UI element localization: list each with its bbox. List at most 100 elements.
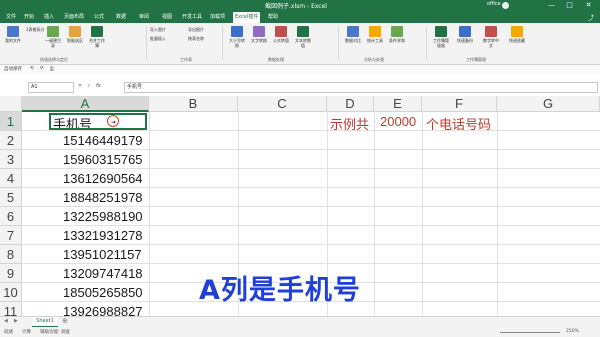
cell-phone[interactable]: 18505265850 [63,285,143,300]
row-header-9[interactable]: 9 [0,264,22,283]
insert-function-button[interactable]: fx [96,83,101,89]
close-button[interactable]: ✕ [582,0,595,11]
cell-phone[interactable]: 13321931278 [63,228,143,243]
case-convert-button[interactable]: 大小写转换 [228,26,246,48]
add-sheet-icon[interactable]: ⊕ [62,317,68,325]
num-to-chinese-button[interactable]: 数字转中文 [482,26,500,48]
cell-phone[interactable]: 18848251978 [63,190,143,205]
column-header-c[interactable]: C [238,96,327,112]
row-header-10[interactable]: 10 [0,283,22,302]
share-icon[interactable]: ⤴ [588,13,594,22]
cell-phone[interactable]: 15146449179 [63,133,143,148]
tab-home[interactable]: 开始 [24,13,34,20]
number-icon [297,26,309,37]
workbook-manager-button[interactable]: 工作簿管理器 [432,26,450,48]
list-icon [47,26,59,37]
row-header-8[interactable]: 8 [0,245,22,264]
status-bar: 就绪 计算 辅助功能: 调查 250% [0,327,600,337]
merge-workbook-button[interactable]: 合并工作簿 [88,26,106,48]
next-sheet-icon[interactable]: ▶ [14,318,18,324]
gridline [22,130,600,131]
column-header-b[interactable]: B [149,96,238,112]
avatar[interactable] [502,2,509,9]
select-icon [69,26,81,37]
row-header-3[interactable]: 3 [0,150,22,169]
row-header-2[interactable]: 2 [0,131,22,150]
cell-phone[interactable]: 15960315765 [63,152,143,167]
backup-icon [459,26,471,37]
tab-developer[interactable]: 开发工具 [182,13,202,20]
status-calc: 计算 [22,330,31,335]
undo-icon[interactable]: ⟲ [30,66,34,71]
group-separator [426,26,427,60]
tab-review[interactable]: 审阅 [139,13,149,20]
data-compare-button[interactable]: 数据对比 [344,26,362,43]
group-separator [338,26,339,60]
group-label-sheets: 工作表 [180,57,192,62]
formula-input[interactable]: 手机号 [124,82,598,93]
conditional-sum-button[interactable]: 条件求和 [388,26,406,43]
row-header-6[interactable]: 6 [0,207,22,226]
row-header-4[interactable]: 4 [0,169,22,188]
user-name[interactable]: office [487,1,501,7]
gridline [22,263,600,264]
column-header-e[interactable]: E [374,96,422,112]
ribbon-body: 我的文件 1表格拆分 一键建目录 智能选区 合并工作簿 快速选择与定位 导入图片… [0,23,600,65]
stats-tool-button[interactable]: 统计工具 [366,26,384,43]
gridline [22,168,600,169]
tab-data[interactable]: 数据 [116,13,126,20]
redo-icon[interactable]: ⟳ [40,66,44,71]
column-header-g[interactable]: G [497,96,600,112]
tab-help[interactable]: 帮助 [268,13,278,20]
maximize-button[interactable]: □ [563,0,576,11]
status-accessibility[interactable]: 辅助功能: 调查 [40,329,70,335]
row-header-1[interactable]: 1 [0,112,22,131]
quick-backup-button[interactable]: 快速备份 [456,26,474,43]
formula-to-value-button[interactable]: 公式转值 [272,26,290,43]
tab-file[interactable]: 文件 [6,13,16,20]
minimize-button[interactable]: — [545,0,558,11]
group-separator [146,26,147,60]
print-icon[interactable]: ⎙ [50,66,54,72]
zoom-level[interactable]: 250% [566,329,579,334]
tab-view[interactable]: 视图 [162,13,172,20]
tab-layout[interactable]: 页面布局 [64,13,84,20]
quick-favorite-button[interactable]: 快速收藏 [508,26,526,43]
column-header-f[interactable]: F [422,96,497,112]
cancel-icon[interactable]: ✕ [78,83,82,89]
smart-select-button[interactable]: 智能选区 [66,26,84,43]
import-images-button[interactable]: 导入图片 [150,27,166,33]
tab-addins[interactable]: 加载项 [210,13,225,20]
cell-phone[interactable]: 13209747418 [63,266,143,281]
zoom-slider[interactable] [500,332,560,333]
split-table-button[interactable]: 1表格拆分 [26,27,45,33]
cell-f1[interactable]: 个电话号码 [426,114,491,133]
tab-formulas[interactable]: 公式 [94,13,104,20]
cell-phone[interactable]: 13225988190 [63,209,143,224]
name-box[interactable]: A1 [28,82,74,93]
confirm-icon[interactable]: ✓ [87,83,91,89]
my-files-button[interactable]: 我的文件 [4,26,22,43]
autosave-toggle[interactable]: 自动保存 [4,66,22,72]
text-icon [253,26,265,37]
export-images-button[interactable]: 导出图片 [188,27,204,33]
row-header-5[interactable]: 5 [0,188,22,207]
gridline [22,225,600,226]
select-all-corner[interactable] [0,96,22,112]
by-sheet-name-button[interactable]: 按表名称 [188,36,204,42]
build-toc-button[interactable]: 一键建目录 [44,26,62,48]
row-header-7[interactable]: 7 [0,226,22,245]
gridline [374,112,375,326]
cell-phone[interactable]: 13951021157 [63,247,142,262]
cell-d1[interactable]: 示例共 [330,114,369,133]
column-header-a[interactable]: A [22,96,149,112]
tab-excel-plugin[interactable]: Excel插件 [233,12,261,23]
prev-sheet-icon[interactable]: ◀ [4,318,8,324]
text-to-number-button[interactable]: 文本转数值 [294,26,312,48]
batch-insert-button[interactable]: 批量插入 [150,36,166,42]
text-convert-button[interactable]: 文字转换 [250,26,268,43]
tab-insert[interactable]: 插入 [44,13,54,20]
column-header-d[interactable]: D [327,96,374,112]
cell-e1[interactable]: 20000 [380,114,416,129]
cell-phone[interactable]: 13612690564 [63,171,143,186]
